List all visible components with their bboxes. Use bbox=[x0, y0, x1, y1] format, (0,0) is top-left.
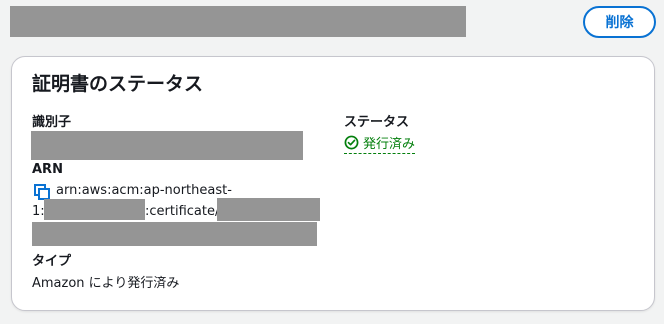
redacted-certificate-id-part2 bbox=[32, 222, 317, 246]
arn-region-suffix: 1: bbox=[32, 204, 45, 219]
redacted-account-id bbox=[44, 199, 145, 220]
redacted-certificate-id-heading bbox=[10, 6, 466, 37]
type-value: Amazon により発行済み bbox=[32, 276, 180, 291]
status-indicator[interactable]: 発行済み bbox=[344, 133, 416, 154]
panel-title: 証明書のステータス bbox=[32, 73, 204, 95]
status-label: ステータス bbox=[344, 115, 410, 130]
arn-label: ARN bbox=[32, 162, 63, 177]
identifier-label: 識別子 bbox=[32, 115, 72, 130]
type-label: タイプ bbox=[32, 254, 72, 269]
copy-icon[interactable] bbox=[34, 184, 50, 200]
redacted-certificate-id-part1 bbox=[217, 198, 320, 221]
status-value: 発行済み bbox=[363, 137, 416, 152]
check-circle-icon bbox=[344, 135, 359, 150]
arn-prefix: arn:aws:acm:ap-northeast- bbox=[56, 183, 232, 198]
certificate-status-panel: 証明書のステータス 識別子 ARN arn:aws:acm:ap-northea… bbox=[11, 56, 655, 311]
delete-button[interactable]: 削除 bbox=[583, 6, 656, 38]
arn-certificate-segment: :certificate/ bbox=[145, 204, 220, 219]
redacted-identifier-value bbox=[31, 131, 303, 160]
